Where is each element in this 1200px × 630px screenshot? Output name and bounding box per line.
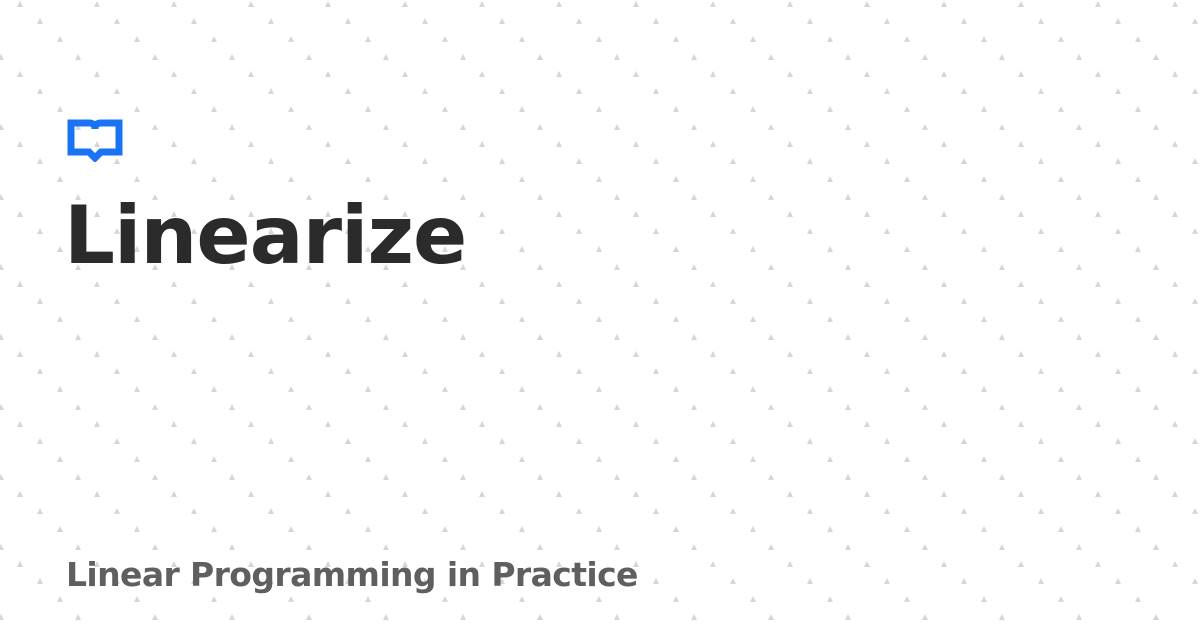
open-book-icon [67, 118, 123, 162]
page-subtitle: Linear Programming in Practice [66, 555, 638, 594]
background-dot-pattern [0, 0, 1200, 630]
page-title: Linearize [64, 189, 467, 282]
